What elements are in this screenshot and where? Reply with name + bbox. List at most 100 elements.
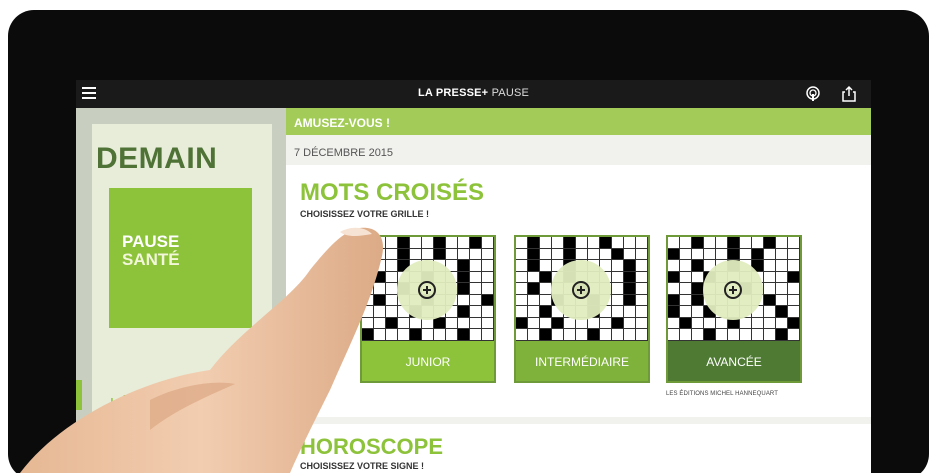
grid-cell: [528, 306, 540, 318]
grid-cell: [458, 271, 470, 284]
add-grid-button[interactable]: [703, 260, 763, 320]
pause-sante-tile[interactable]: PAUSE SANTÉ: [109, 188, 252, 328]
grid-cell: [482, 237, 494, 249]
next-article-teaser[interactable]: LÉGALISER POUR PRO: [110, 396, 241, 428]
grid-cell: [374, 317, 386, 330]
grid-cell: [422, 248, 434, 261]
grid-cell: [482, 283, 494, 295]
grid-cell: [482, 317, 494, 330]
grid-cell: [516, 283, 528, 295]
grid-cell: [528, 329, 540, 341]
grid-cell: [540, 260, 552, 272]
grid-cell: [636, 306, 648, 318]
grid-cell: [482, 260, 494, 272]
grid-cell: [410, 237, 422, 249]
grid-cell: [386, 248, 398, 261]
grid-cell: [740, 317, 752, 330]
grid-cell: [636, 271, 648, 284]
grid-cell: [564, 237, 576, 249]
grid-cell: [410, 329, 422, 341]
grid-cell: [588, 317, 600, 330]
grid-cell: [470, 294, 482, 307]
grid-cell: [482, 306, 494, 318]
grid-cell: [576, 237, 588, 249]
grid-cell: [764, 329, 776, 341]
grid-cell: [482, 271, 494, 284]
grid-cell: [528, 260, 540, 272]
grid-cell: [764, 317, 776, 330]
grid-cell: [728, 237, 740, 249]
horoscope-card[interactable]: HOROSCOPE CHOISISSEZ VOTRE SIGNE !: [286, 424, 871, 473]
grid-cell: [668, 294, 680, 307]
grid-cell: [668, 260, 680, 272]
grid-cell: [516, 329, 528, 341]
grid-cell: [788, 260, 800, 272]
grid-cell: [612, 271, 624, 284]
section-header: AMUSEZ-VOUS !: [286, 108, 871, 135]
grid-option-intermediaire[interactable]: INTERMÉDIAIRE: [514, 235, 650, 383]
grid-cell: [776, 271, 788, 284]
grid-label: AVANCÉE: [668, 341, 800, 381]
grid-cell: [470, 248, 482, 261]
grid-cell: [588, 329, 600, 341]
grid-cell: [516, 237, 528, 249]
grid-cell: [470, 317, 482, 330]
grid-cell: [764, 294, 776, 307]
grid-cell: [668, 248, 680, 261]
grid-cell: [624, 237, 636, 249]
grid-cell: [776, 294, 788, 307]
grid-cell: [528, 294, 540, 307]
grid-cell: [398, 317, 410, 330]
grid-cell: [776, 329, 788, 341]
grid-cell: [692, 306, 704, 318]
grid-cell: [528, 271, 540, 284]
grid-cell: [374, 329, 386, 341]
grid-cell: [752, 317, 764, 330]
grid-cell: [704, 317, 716, 330]
grid-cell: [624, 306, 636, 318]
grid-cell: [576, 329, 588, 341]
grid-cell: [704, 237, 716, 249]
card-divider: [286, 417, 871, 424]
grid-cell: [716, 248, 728, 261]
grid-cell: [422, 329, 434, 341]
grid-cell: [552, 248, 564, 261]
grid-cell: [458, 329, 470, 341]
grid-cell: [788, 306, 800, 318]
add-grid-button[interactable]: [551, 260, 611, 320]
grid-cell: [764, 237, 776, 249]
add-grid-button[interactable]: [397, 260, 457, 320]
podcast-icon[interactable]: [805, 86, 821, 102]
grid-cell: [540, 306, 552, 318]
grid-cell: [398, 237, 410, 249]
grid-cell: [362, 260, 374, 272]
grid-cell: [600, 237, 612, 249]
brand-name: LA PRESSE+: [417, 87, 489, 99]
grid-cell: [482, 248, 494, 261]
brand-section: PAUSE: [491, 87, 530, 99]
grid-cell: [528, 317, 540, 330]
grid-cell: [636, 317, 648, 330]
grid-cell: [374, 294, 386, 307]
share-icon[interactable]: [841, 85, 857, 103]
grid-cell: [788, 248, 800, 261]
grid-option-junior[interactable]: JUNIOR: [360, 235, 496, 383]
grid-cell: [776, 237, 788, 249]
publisher-credits: LES ÉDITIONS MICHEL HANNEQUART: [666, 391, 779, 397]
grid-cell: [624, 329, 636, 341]
horoscope-title: HOROSCOPE: [300, 434, 444, 459]
grid-cell: [624, 317, 636, 330]
grid-cell: [612, 317, 624, 330]
grid-label: INTERMÉDIAIRE: [516, 341, 648, 381]
grid-cell: [374, 248, 386, 261]
grid-cell: [386, 271, 398, 284]
grid-cell: [564, 317, 576, 330]
grid-cell: [458, 294, 470, 307]
grid-cell: [458, 317, 470, 330]
grid-cell: [470, 306, 482, 318]
grid-cell: [482, 294, 494, 307]
grid-option-avancee[interactable]: AVANCÉE: [666, 235, 802, 383]
grid-cell: [668, 283, 680, 295]
grid-cell: [446, 317, 458, 330]
grid-cell: [434, 248, 446, 261]
